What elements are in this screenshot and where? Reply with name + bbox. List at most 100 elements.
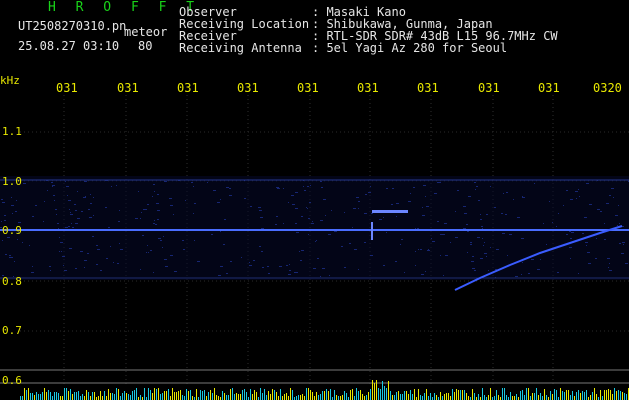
noise-dot xyxy=(494,207,496,208)
noise-dot xyxy=(68,200,71,201)
noise-dot xyxy=(92,236,94,237)
level-bar xyxy=(578,390,579,400)
level-bar xyxy=(354,396,355,400)
level-bar xyxy=(564,392,565,400)
noise-dot xyxy=(148,252,149,253)
noise-dot xyxy=(383,217,384,218)
level-bar xyxy=(456,389,457,400)
level-bar xyxy=(256,392,257,400)
level-bar xyxy=(250,389,251,400)
level-bar xyxy=(308,388,309,400)
noise-dot xyxy=(607,258,610,259)
level-bar xyxy=(90,396,91,400)
noise-dot xyxy=(543,223,544,224)
level-bar xyxy=(28,388,29,400)
noise-dot xyxy=(528,273,530,274)
noise-dot xyxy=(317,258,319,259)
noise-dot xyxy=(368,192,371,193)
level-bar xyxy=(254,390,255,400)
level-bar xyxy=(582,391,583,400)
noise-dot xyxy=(70,212,71,213)
noise-dot xyxy=(513,199,514,200)
level-bar xyxy=(562,391,563,400)
level-bar xyxy=(572,391,573,400)
noise-dot xyxy=(576,198,577,199)
noise-dot xyxy=(408,201,411,202)
level-bar xyxy=(550,391,551,400)
noise-dot xyxy=(150,250,152,251)
noise-dot xyxy=(71,223,72,224)
noise-dot xyxy=(472,268,475,269)
level-bar xyxy=(552,394,553,400)
level-bar xyxy=(516,394,517,400)
noise-dot xyxy=(1,199,3,200)
level-bar xyxy=(396,392,397,400)
noise-dot xyxy=(35,205,37,206)
level-bar xyxy=(556,390,557,400)
noise-dot xyxy=(157,210,160,211)
level-bar xyxy=(280,389,281,400)
noise-dot xyxy=(213,190,216,191)
noise-dot xyxy=(586,183,589,184)
level-bar xyxy=(188,391,189,400)
level-bar xyxy=(576,392,577,400)
noise-dot xyxy=(401,239,403,240)
level-bar xyxy=(340,396,341,400)
noise-dot xyxy=(423,185,426,186)
noise-dot xyxy=(467,231,469,232)
noise-dot xyxy=(83,197,86,198)
noise-dot xyxy=(584,217,587,218)
noise-dot xyxy=(379,219,382,220)
noise-dot xyxy=(478,200,480,201)
noise-dot xyxy=(386,188,388,189)
level-bar xyxy=(604,390,605,400)
noise-dot xyxy=(552,222,553,223)
level-bar xyxy=(224,393,225,400)
noise-dot xyxy=(147,204,149,205)
level-bar xyxy=(226,395,227,400)
noise-dot xyxy=(418,249,419,250)
noise-dot xyxy=(43,221,44,222)
noise-dot xyxy=(334,231,337,232)
noise-dot xyxy=(617,225,618,226)
noise-dot xyxy=(9,257,10,258)
level-bar xyxy=(74,392,75,400)
time-tick: 031 xyxy=(177,81,199,95)
level-bar xyxy=(186,389,187,400)
time-tick: 0320 xyxy=(593,81,622,95)
level-bar xyxy=(276,392,277,400)
level-bar xyxy=(540,393,541,400)
noise-dot xyxy=(16,200,17,201)
level-bar xyxy=(364,396,365,400)
level-bar xyxy=(204,390,205,400)
noise-dot xyxy=(444,223,447,224)
noise-dot xyxy=(522,262,523,263)
level-bar xyxy=(324,391,325,400)
level-bar xyxy=(110,393,111,400)
level-bar xyxy=(54,392,55,400)
level-bar xyxy=(594,388,595,400)
level-bar xyxy=(322,391,323,400)
noise-dot xyxy=(57,223,59,224)
level-bar xyxy=(260,388,261,400)
noise-dot xyxy=(44,201,45,202)
level-bar xyxy=(32,393,33,400)
noise-dot xyxy=(5,254,7,255)
noise-dot xyxy=(480,219,482,220)
noise-dot xyxy=(344,267,346,268)
level-bar xyxy=(168,389,169,400)
noise-dot xyxy=(140,269,141,270)
noise-dot xyxy=(421,274,424,275)
level-bar xyxy=(436,395,437,400)
noise-dot xyxy=(475,189,476,190)
level-bar xyxy=(196,389,197,400)
level-bar xyxy=(148,388,149,400)
level-bar xyxy=(84,396,85,400)
noise-dot xyxy=(556,226,557,227)
level-bar xyxy=(362,394,363,400)
noise-dot xyxy=(77,218,80,219)
noise-dot xyxy=(349,243,351,244)
noise-dot xyxy=(310,185,311,186)
level-bar xyxy=(240,394,241,400)
noise-dot xyxy=(575,191,578,192)
